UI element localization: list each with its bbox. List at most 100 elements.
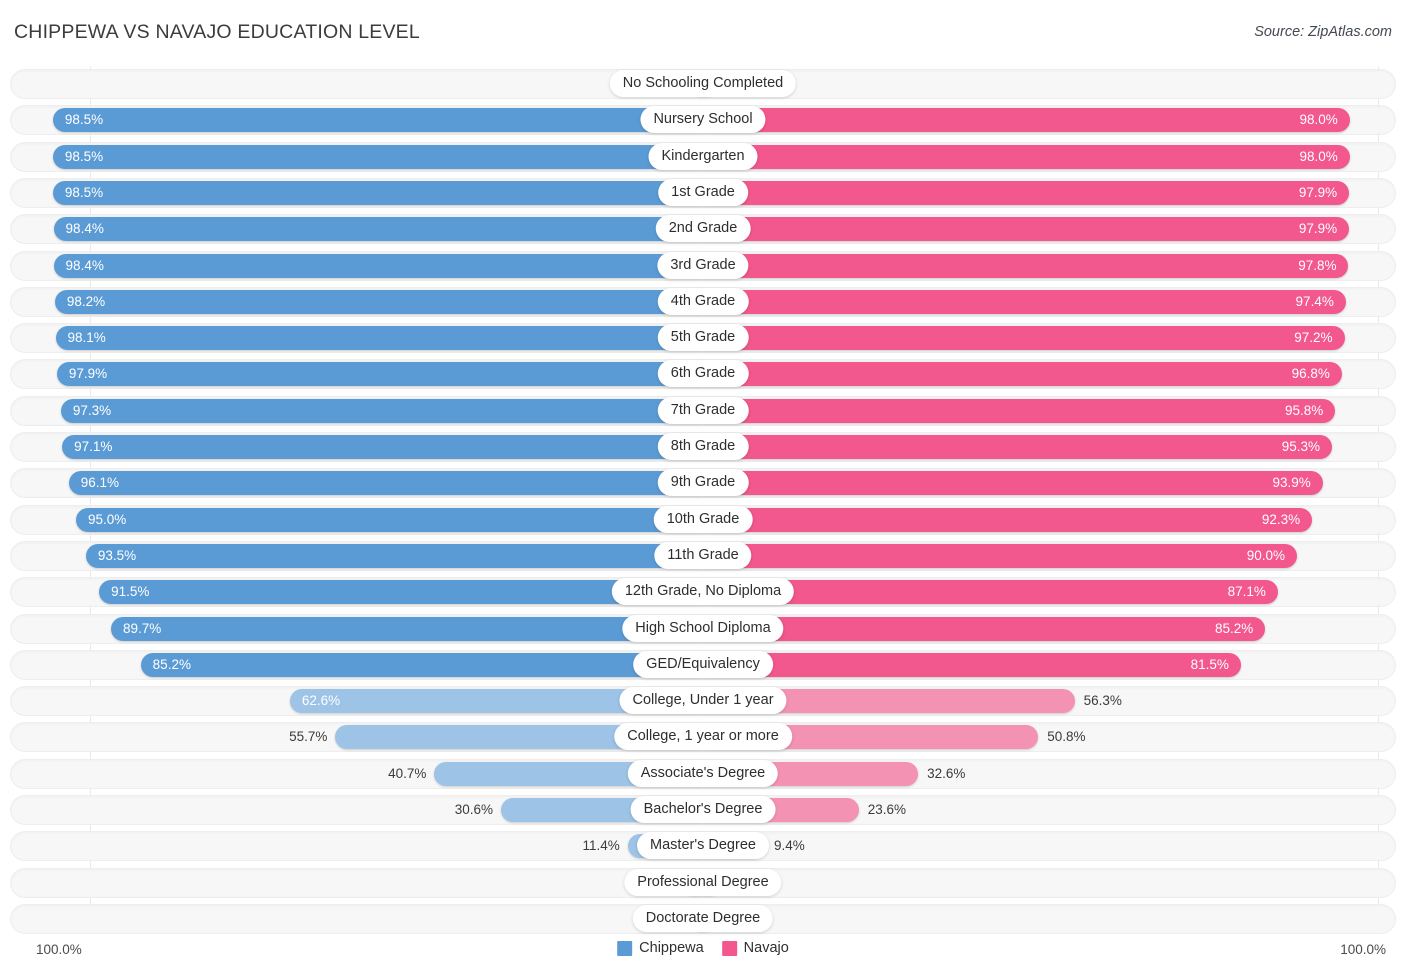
- legend-label: Navajo: [743, 940, 789, 956]
- bar-value-chippewa: 11.4%: [582, 838, 620, 854]
- bar-chippewa[interactable]: [52, 144, 703, 169]
- bar-value-navajo: 32.6%: [927, 765, 966, 781]
- chart-footer: 100.0% Chippewa Navajo 100.0%: [0, 938, 1406, 975]
- axis-label-left: 100.0%: [36, 942, 82, 957]
- bar-navajo[interactable]: [703, 217, 1350, 242]
- chart-row[interactable]: 3.5%2.9%Professional Degree: [10, 867, 1396, 898]
- chart-row[interactable]: 98.5% 98.0% Kindergarten: [10, 141, 1396, 172]
- chart-row[interactable]: 96.1% 93.9% 9th Grade: [10, 468, 1396, 499]
- bar-navajo[interactable]: [703, 362, 1342, 387]
- bar-chippewa[interactable]: [52, 108, 703, 133]
- bar-value-chippewa: 98.5%: [64, 148, 104, 164]
- bar-chippewa[interactable]: [140, 652, 703, 677]
- bar-value-chippewa: 96.1%: [80, 475, 120, 491]
- category-label: 7th Grade: [657, 396, 749, 424]
- bar-navajo[interactable]: [703, 652, 1241, 677]
- category-label: Associate's Degree: [627, 759, 779, 787]
- bar-value-chippewa: 98.5%: [64, 112, 104, 128]
- bar-value-navajo: 9.4%: [774, 838, 805, 854]
- chart-row[interactable]: 98.1% 97.2% 5th Grade: [10, 323, 1396, 354]
- chart-row[interactable]: 1.6%2.1%No Schooling Completed: [10, 69, 1396, 99]
- chart-row[interactable]: 98.4% 97.8% 3rd Grade: [10, 250, 1396, 281]
- category-label: 12th Grade, No Diploma: [611, 578, 795, 606]
- bar-navajo[interactable]: [703, 108, 1350, 133]
- bar-navajo[interactable]: [703, 180, 1350, 205]
- chart-row[interactable]: 97.3% 95.8% 7th Grade: [10, 395, 1396, 426]
- category-label: 8th Grade: [657, 433, 749, 460]
- chart-row[interactable]: 91.5% 87.1% 12th Grade, No Diploma: [10, 577, 1396, 608]
- bar-value-navajo: 95.3%: [1281, 439, 1320, 454]
- bar-value-navajo: 97.9%: [1298, 221, 1338, 237]
- bar-value-chippewa: 98.1%: [67, 330, 106, 346]
- category-label: 1st Grade: [658, 178, 748, 206]
- bar-value-navajo: 98.0%: [1299, 112, 1338, 128]
- bar-chippewa[interactable]: [62, 435, 703, 459]
- bar-value-navajo: 97.2%: [1294, 330, 1333, 346]
- bar-navajo[interactable]: [703, 543, 1297, 568]
- bar-chippewa[interactable]: [52, 180, 703, 205]
- legend-item-navajo[interactable]: Navajo: [721, 940, 789, 956]
- category-label: 11th Grade: [654, 541, 752, 569]
- bar-value-navajo: 81.5%: [1190, 656, 1229, 672]
- bar-navajo[interactable]: [703, 616, 1266, 641]
- bar-navajo[interactable]: [703, 398, 1336, 423]
- chart-row[interactable]: 1.5%1.4%Doctorate Degree: [10, 903, 1396, 934]
- bar-navajo[interactable]: [703, 253, 1349, 278]
- chart-row[interactable]: 93.5% 90.0% 11th Grade: [10, 540, 1396, 571]
- bar-value-navajo: 93.9%: [1272, 475, 1311, 491]
- bar-navajo[interactable]: [703, 326, 1345, 351]
- bar-value-navajo: 92.3%: [1261, 511, 1301, 527]
- bar-chippewa[interactable]: [85, 543, 703, 568]
- bar-value-chippewa: 30.6%: [454, 802, 494, 817]
- bar-value-chippewa: 89.7%: [122, 620, 162, 636]
- category-label: No Schooling Completed: [609, 70, 797, 97]
- chart-plot-area: 1.6%2.1%No Schooling Completed 98.5% 98.0%…: [0, 66, 1406, 938]
- bar-value-navajo: 97.9%: [1298, 184, 1338, 200]
- chart-row[interactable]: 95.0% 92.3% 10th Grade: [10, 504, 1396, 535]
- bar-chippewa[interactable]: [110, 616, 703, 641]
- bar-navajo[interactable]: [703, 289, 1346, 314]
- bar-chippewa[interactable]: [76, 507, 703, 532]
- chart-row[interactable]: 30.6% 23.6% Bachelor's Degree: [10, 795, 1396, 825]
- chart-row[interactable]: 97.1% 95.3% 8th Grade: [10, 432, 1396, 462]
- bar-chippewa[interactable]: [54, 289, 703, 314]
- axis-label-right: 100.0%: [1340, 942, 1386, 957]
- category-label: 9th Grade: [657, 469, 749, 497]
- bar-chippewa[interactable]: [56, 362, 703, 387]
- source-attribution: Source: ZipAtlas.com: [1254, 24, 1392, 40]
- category-label: Professional Degree: [624, 868, 782, 896]
- bar-chippewa[interactable]: [53, 253, 703, 278]
- bar-navajo[interactable]: [703, 471, 1323, 496]
- chart-row[interactable]: 62.6% 56.3% College, Under 1 year: [10, 686, 1396, 717]
- bar-value-navajo: 90.0%: [1246, 547, 1285, 563]
- bar-value-chippewa: 40.7%: [388, 765, 427, 781]
- bar-navajo[interactable]: [703, 435, 1332, 459]
- bar-chippewa[interactable]: [55, 326, 703, 351]
- legend-item-chippewa[interactable]: Chippewa: [617, 940, 704, 956]
- category-label: 4th Grade: [657, 287, 749, 315]
- bar-navajo[interactable]: [703, 144, 1350, 169]
- chart-row[interactable]: 98.4% 97.9% 2nd Grade: [10, 214, 1396, 245]
- chart-row[interactable]: 97.9% 96.8% 6th Grade: [10, 359, 1396, 390]
- chart-row[interactable]: 40.7% 32.6% Associate's Degree: [10, 758, 1396, 789]
- chart-row[interactable]: 98.5% 97.9% 1st Grade: [10, 177, 1396, 208]
- chart-row[interactable]: 85.2% 81.5% GED/Equivalency: [10, 649, 1396, 680]
- category-label: 6th Grade: [657, 360, 749, 388]
- bar-chippewa[interactable]: [68, 471, 703, 496]
- chart-row[interactable]: 11.4% 9.4% Master's Degree: [10, 831, 1396, 862]
- bar-navajo[interactable]: [703, 507, 1313, 532]
- bar-chippewa[interactable]: [60, 398, 703, 423]
- page-title: CHIPPEWA VS NAVAJO EDUCATION LEVEL: [14, 21, 420, 43]
- chart-row[interactable]: 98.2% 97.4% 4th Grade: [10, 286, 1396, 317]
- bar-value-navajo: 85.2%: [1215, 620, 1254, 636]
- chart-header: CHIPPEWA VS NAVAJO EDUCATION LEVEL Sourc…: [0, 0, 1406, 62]
- bar-chippewa[interactable]: [53, 217, 703, 242]
- chart-row[interactable]: 89.7% 85.2% High School Diploma: [10, 613, 1396, 644]
- bar-value-chippewa: 98.5%: [64, 184, 104, 200]
- category-label: Nursery School: [640, 106, 766, 134]
- chart-row[interactable]: 98.5% 98.0% Nursery School: [10, 105, 1396, 136]
- chart-row[interactable]: 55.7% 50.8% College, 1 year or more: [10, 722, 1396, 753]
- bar-value-navajo: 56.3%: [1083, 693, 1122, 709]
- bar-value-chippewa: 93.5%: [97, 547, 137, 563]
- bar-value-chippewa: 98.4%: [65, 257, 104, 273]
